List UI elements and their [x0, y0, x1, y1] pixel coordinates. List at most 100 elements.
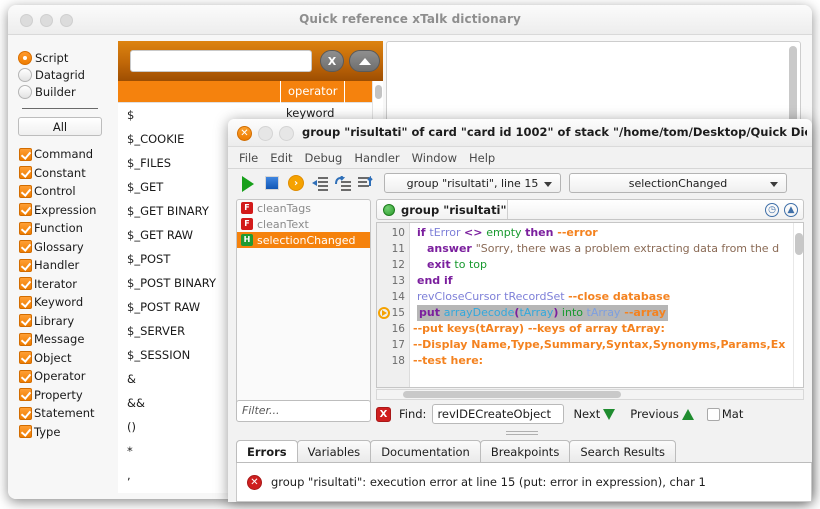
code-line[interactable]: 17 --Display Name,Type,Summary,Syntax,Sy… [377, 337, 803, 353]
handler-item-cleantext[interactable]: F cleanText [237, 216, 370, 232]
step-out-icon[interactable] [334, 174, 352, 192]
tab-search-results[interactable]: Search Results [569, 440, 677, 462]
radio-icon[interactable] [18, 67, 32, 82]
menu-debug[interactable]: Debug [305, 151, 343, 165]
checkbox-icon[interactable] [19, 314, 32, 328]
checkbox-row-library[interactable]: Library [8, 312, 112, 331]
message-dropdown[interactable]: selectionChanged [569, 173, 787, 193]
code-line[interactable]: 18 --test here: [377, 353, 803, 369]
checkbox-icon[interactable] [19, 406, 32, 420]
code-line[interactable]: 11 answer "Sorry, there was a problem ex… [377, 241, 803, 257]
checkbox-row-command[interactable]: Command [8, 145, 112, 164]
checkbox-icon[interactable] [19, 184, 32, 198]
handler-line-dropdown[interactable]: group "risultati", line 15 [384, 173, 561, 193]
stop-icon[interactable] [265, 174, 283, 192]
code-editor[interactable]: 10 if tError <> empty then --error 11 an… [376, 222, 804, 388]
code-line[interactable]: 14 revCloseCursor tRecordSet --close dat… [377, 289, 803, 305]
code-vertical-scrollbar[interactable] [793, 223, 803, 387]
checkbox-icon[interactable] [19, 425, 32, 439]
radio-item-builder[interactable]: Builder [8, 83, 112, 100]
step-icon[interactable]: › [288, 174, 306, 192]
checkbox-row-type[interactable]: Type [8, 423, 112, 442]
tab-variables[interactable]: Variables [296, 440, 372, 462]
checkbox-row-statement[interactable]: Statement [8, 404, 112, 423]
checkbox-icon[interactable] [19, 221, 32, 235]
menu-help[interactable]: Help [469, 151, 495, 165]
code-line[interactable]: 12 exit to top [377, 257, 803, 273]
checkbox-icon[interactable] [19, 351, 32, 365]
checkbox-icon[interactable] [19, 369, 32, 383]
radio-icon[interactable] [18, 84, 32, 99]
find-input[interactable]: revIDECreateObject [432, 404, 565, 424]
tab-documentation[interactable]: Documentation [370, 440, 481, 462]
checkbox-row-constant[interactable]: Constant [8, 164, 112, 183]
line-number: 15 [391, 307, 405, 319]
code-object-label: group "risultati" [401, 203, 507, 217]
checkbox-icon[interactable] [706, 407, 720, 421]
close-find-icon[interactable]: X [376, 406, 391, 422]
search-input[interactable] [130, 50, 312, 72]
splitter-grip[interactable] [506, 431, 538, 437]
handler-item-selectionchanged[interactable]: H selectionChanged [237, 232, 370, 248]
zoom-button[interactable] [279, 126, 294, 141]
close-icon[interactable]: ✕ [237, 126, 252, 141]
script-editor-title: group "risultati" of card "card id 1002"… [302, 125, 807, 139]
scrollbar-thumb[interactable] [789, 46, 797, 124]
radio-item-datagrid[interactable]: Datagrid [8, 66, 112, 83]
collapse-search-icon[interactable] [349, 50, 380, 72]
checkbox-icon[interactable] [19, 166, 32, 180]
code-line[interactable]: 13 end if [377, 273, 803, 289]
find-previous-button[interactable]: Previous [630, 407, 697, 421]
checkbox-row-property[interactable]: Property [8, 386, 112, 405]
checkbox-icon[interactable] [19, 258, 32, 272]
step-into-icon[interactable] [311, 174, 329, 192]
column-header-type[interactable]: operator [288, 84, 337, 98]
checkbox-row-message[interactable]: Message [8, 330, 112, 349]
checkbox-row-glossary[interactable]: Glossary [8, 238, 112, 257]
match-case-checkbox-row[interactable]: Mat [706, 407, 743, 421]
checkbox-row-handler[interactable]: Handler [8, 256, 112, 275]
checkbox-icon[interactable] [19, 388, 32, 402]
clear-search-icon[interactable]: X [320, 50, 344, 72]
checkbox-row-control[interactable]: Control [8, 182, 112, 201]
checkbox-row-iterator[interactable]: Iterator [8, 275, 112, 294]
scrollbar-thumb[interactable] [375, 85, 382, 99]
scrollbar-thumb[interactable] [403, 391, 621, 398]
checkbox-row-function[interactable]: Function [8, 219, 112, 238]
step-over-icon[interactable] [357, 174, 375, 192]
menu-file[interactable]: File [239, 151, 258, 165]
menu-window[interactable]: Window [412, 151, 457, 165]
handler-item-cleantags[interactable]: F cleanTags [237, 200, 370, 216]
clock-icon[interactable]: ◷ [765, 203, 779, 217]
checkbox-row-keyword[interactable]: Keyword [8, 293, 112, 312]
checkbox-icon[interactable] [19, 332, 32, 346]
code-line[interactable]: 16 --put keys(tArray) --keys of array tA… [377, 321, 803, 337]
code-horizontal-scrollbar[interactable] [376, 389, 804, 400]
all-button[interactable]: All [18, 117, 102, 136]
radio-item-script[interactable]: Script [8, 49, 112, 66]
checkbox-icon[interactable] [19, 203, 32, 217]
chevron-up-icon[interactable]: ▲ [784, 203, 798, 217]
tab-errors[interactable]: Errors [236, 440, 298, 462]
checkbox-icon[interactable] [19, 147, 32, 161]
tab-breakpoints[interactable]: Breakpoints [479, 440, 571, 462]
run-icon[interactable] [242, 174, 260, 192]
checkbox-row-object[interactable]: Object [8, 349, 112, 368]
handler-list[interactable]: F cleanTags F cleanText H selectionChang… [236, 199, 371, 417]
radio-icon[interactable] [18, 50, 32, 65]
find-next-button[interactable]: Next [573, 407, 618, 421]
scrollbar-thumb[interactable] [795, 233, 803, 255]
menu-handler[interactable]: Handler [354, 151, 399, 165]
function-badge-icon: F [241, 218, 253, 230]
checkbox-icon[interactable] [19, 295, 32, 309]
checkbox-row-operator[interactable]: Operator [8, 367, 112, 386]
code-line[interactable]: 10 if tError <> empty then --error [377, 225, 803, 241]
filter-input[interactable]: Filter... [236, 400, 371, 422]
menu-edit[interactable]: Edit [270, 151, 292, 165]
radio-label: Script [35, 50, 69, 65]
checkbox-row-expression[interactable]: Expression [8, 201, 112, 220]
checkbox-icon[interactable] [19, 240, 32, 254]
code-line-current[interactable]: 15 put arrayDecode(tArray) into tArray -… [377, 305, 803, 321]
minimize-button[interactable] [258, 126, 273, 141]
checkbox-icon[interactable] [19, 277, 32, 291]
